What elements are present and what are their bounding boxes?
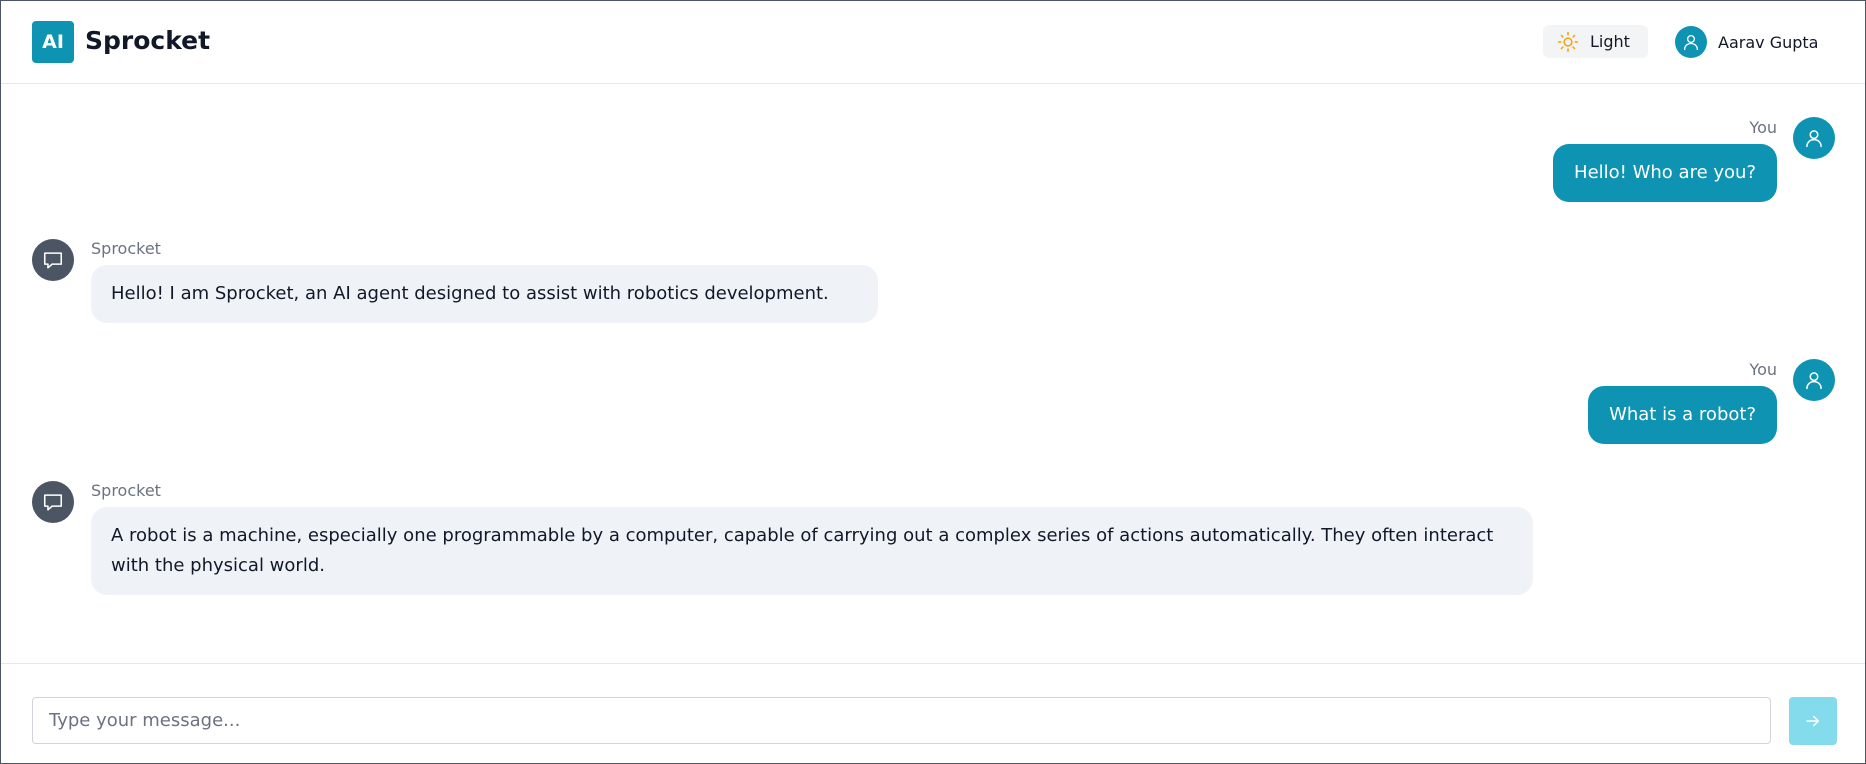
app-header: AI Sprocket Light Aarav Gupta xyxy=(1,1,1865,84)
arrow-right-icon xyxy=(1806,715,1819,727)
theme-toggle-label: Light xyxy=(1590,32,1630,51)
bot-avatar xyxy=(32,239,74,281)
chat-bubble-icon xyxy=(43,494,63,511)
user-avatar xyxy=(1793,117,1835,159)
app-logo: AI xyxy=(32,21,74,63)
user-avatar xyxy=(1675,26,1707,58)
chat-messages: You Hello! Who are you? Sprocket Hello! … xyxy=(1,85,1865,663)
message-input[interactable] xyxy=(32,697,1771,744)
user-message-bubble: What is a robot? xyxy=(1588,386,1777,444)
chat-bubble-icon xyxy=(43,252,63,269)
user-icon xyxy=(1683,34,1699,51)
composer xyxy=(1,663,1865,763)
user-message-bubble: Hello! Who are you? xyxy=(1553,144,1777,202)
user-avatar xyxy=(1793,359,1835,401)
message-sender: You xyxy=(1749,360,1777,379)
theme-toggle-button[interactable]: Light xyxy=(1543,25,1648,58)
user-icon xyxy=(1806,130,1822,148)
user-name: Aarav Gupta xyxy=(1718,32,1819,52)
chat-app: AI Sprocket Light Aarav Gupta You Hello!… xyxy=(0,0,1866,764)
bot-message-bubble: Hello! I am Sprocket, an AI agent design… xyxy=(91,265,878,323)
bot-avatar xyxy=(32,481,74,523)
message-sender: Sprocket xyxy=(91,481,161,500)
user-icon xyxy=(1806,372,1822,390)
message-sender: Sprocket xyxy=(91,239,161,258)
message-sender: You xyxy=(1749,118,1777,137)
app-title: Sprocket xyxy=(85,26,211,55)
sun-icon xyxy=(1557,31,1579,52)
send-button[interactable] xyxy=(1789,697,1837,745)
bot-message-bubble: A robot is a machine, especially one pro… xyxy=(91,507,1533,595)
user-menu-button[interactable]: Aarav Gupta xyxy=(1675,25,1818,59)
